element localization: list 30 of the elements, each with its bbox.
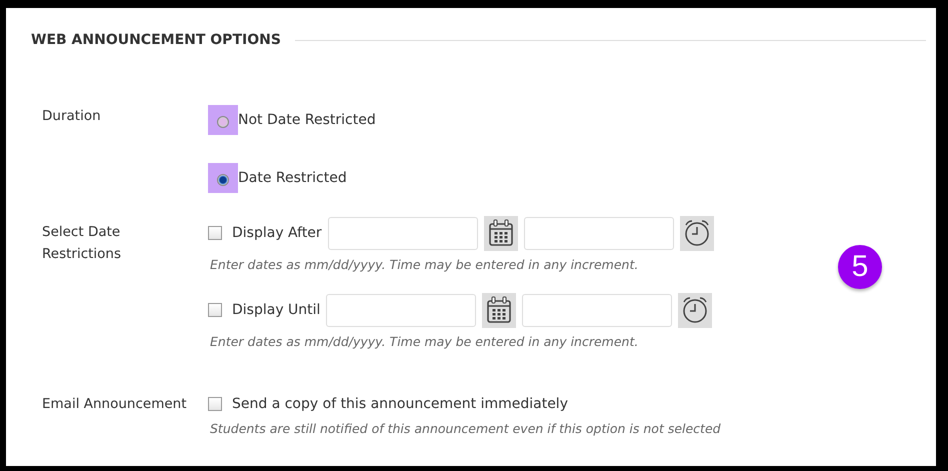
date-field[interactable]: [326, 294, 476, 326]
radio-label: Date Restricted: [238, 170, 347, 186]
checkbox-label: Send a copy of this announcement immediately: [232, 396, 568, 412]
checkbox[interactable]: [208, 303, 222, 317]
checkbox[interactable]: [208, 397, 222, 411]
field-label: Email Announcement: [42, 395, 188, 414]
date-field[interactable]: [328, 216, 478, 250]
radio-button[interactable]: [217, 116, 229, 128]
time-field[interactable]: [524, 216, 674, 250]
date-picker-button[interactable]: [484, 216, 518, 250]
time-picker-button[interactable]: [678, 292, 712, 328]
time-picker-button[interactable]: [680, 216, 714, 250]
calendar-icon: [488, 219, 514, 247]
hint-text: Enter dates as mm/dd/yyyy. Time may be entered in any increment.: [210, 334, 638, 349]
time-field[interactable]: [522, 294, 672, 326]
hint-text: Enter dates as mm/dd/yyyy. Time may be entered in any increment.: [210, 257, 638, 272]
checkbox-label: Display After: [232, 225, 322, 241]
clock-icon: [682, 219, 711, 247]
calendar-icon: [486, 296, 512, 324]
hint-text: Students are still notified of this announcement even if this option is not selected: [210, 421, 721, 436]
date-picker-button[interactable]: [482, 292, 516, 328]
field-label: Select Date Restrictions: [42, 223, 122, 264]
clock-icon: [681, 296, 710, 324]
field-label: Duration: [42, 107, 102, 126]
radio-button[interactable]: [217, 174, 229, 186]
section-title: WEB ANNOUNCEMENT OPTIONS: [31, 32, 281, 48]
checkbox[interactable]: [208, 226, 222, 240]
radio-label: Not Date Restricted: [238, 112, 376, 128]
step-badge: 5: [838, 245, 882, 289]
checkbox-label: Display Until: [232, 302, 320, 318]
